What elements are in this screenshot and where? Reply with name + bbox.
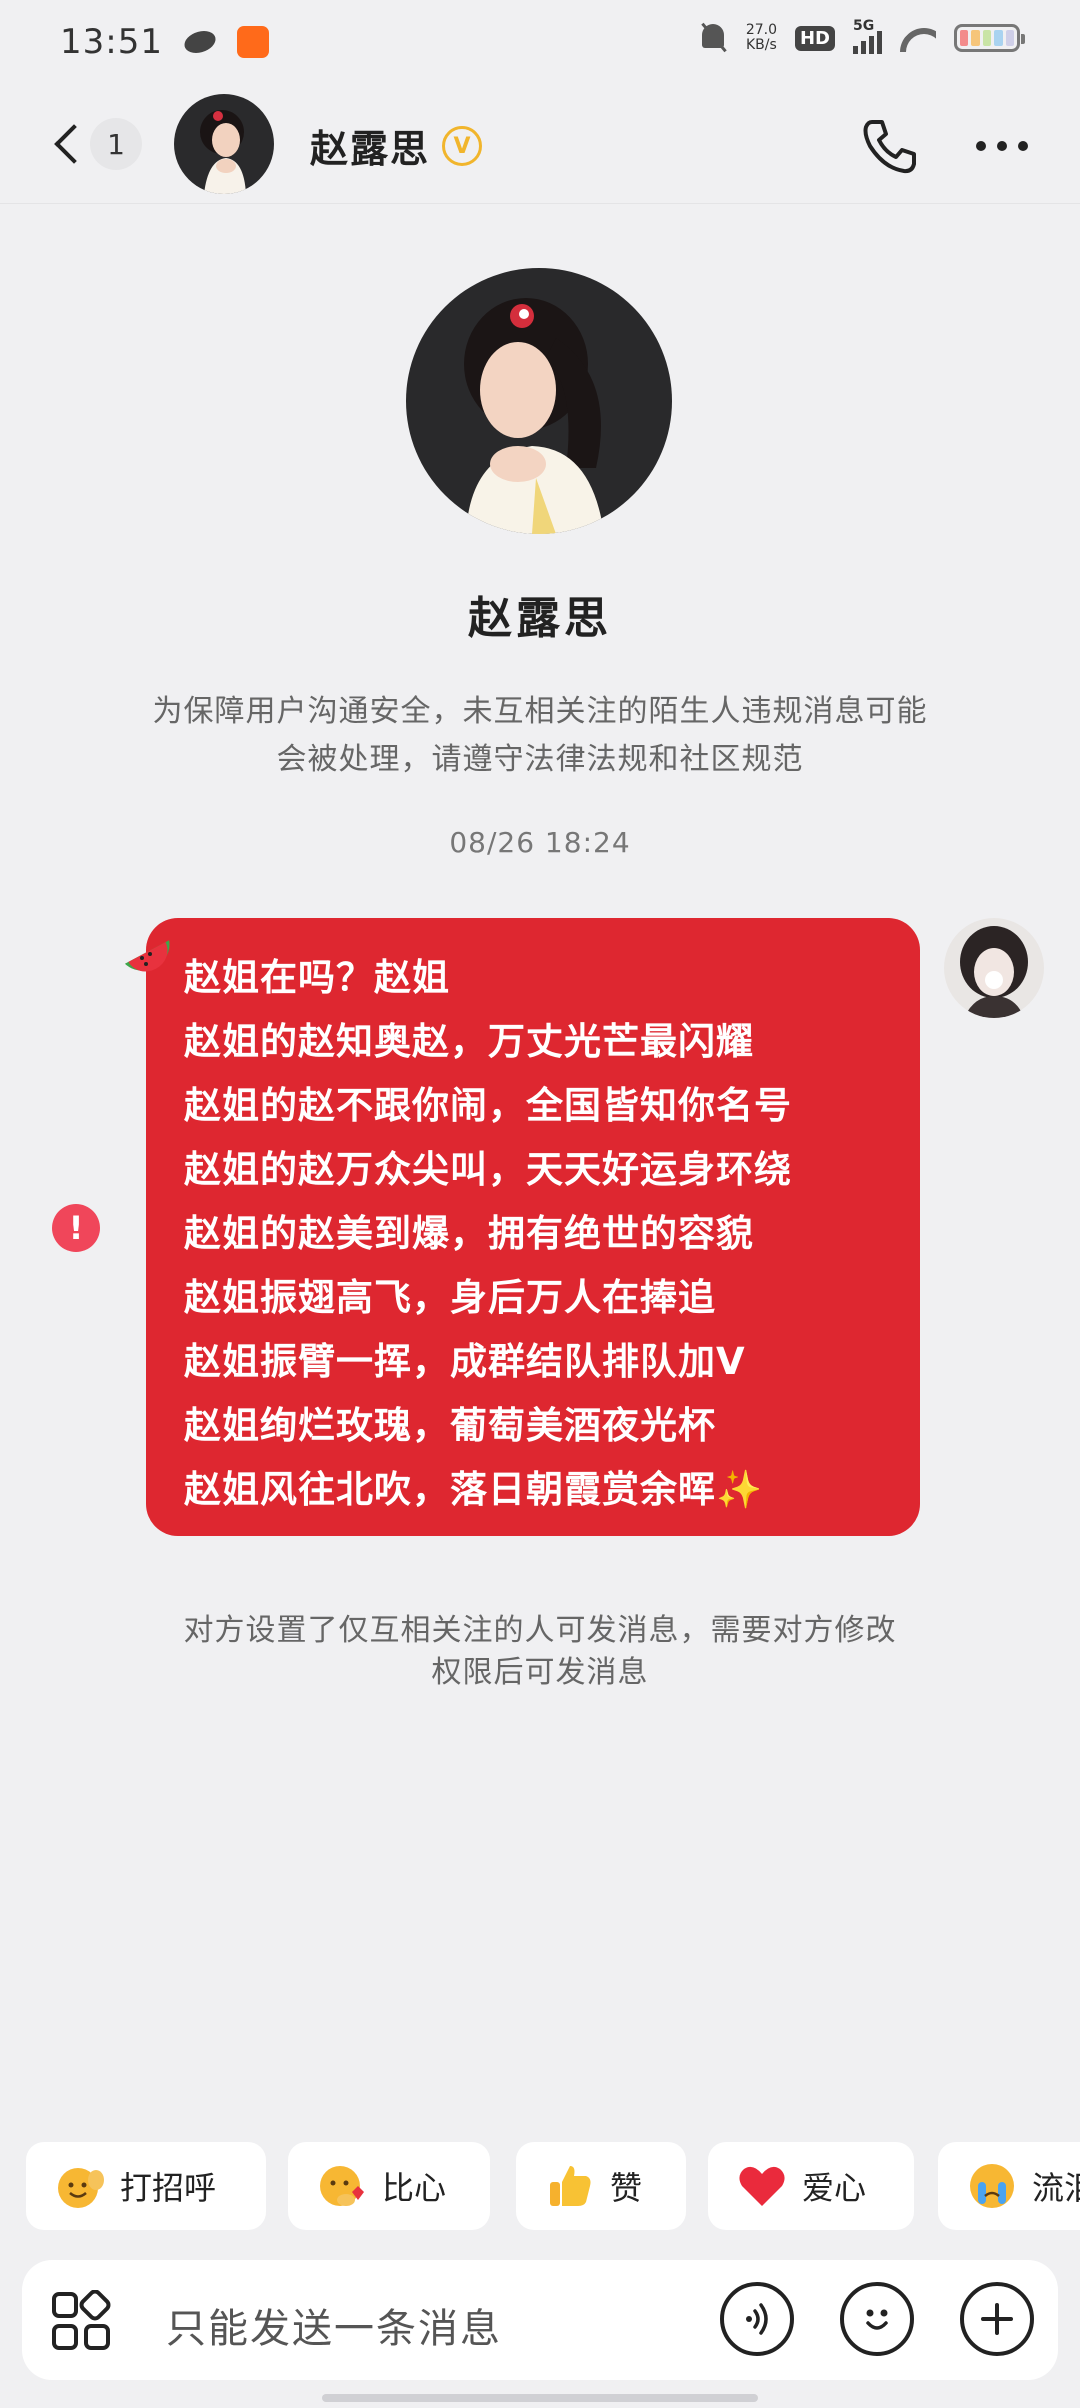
status-time: 13:51 <box>60 22 163 62</box>
apps-grid-icon[interactable] <box>50 2289 112 2352</box>
message-line: 赵姐的赵万众尖叫，天天好运身环绕 <box>184 1148 792 1191</box>
notification-app-icon <box>180 31 219 53</box>
quick-reply-label: 比心 <box>382 2169 447 2207</box>
message-line: 赵姐的赵美到爆，拥有绝世的容貌 <box>184 1212 754 1255</box>
smiley-icon <box>866 2309 888 2330</box>
battery-icon <box>954 24 1025 52</box>
message-line: 赵姐振臂一挥，成群结队排队加V <box>184 1340 746 1383</box>
voice-input-button[interactable] <box>720 2282 794 2356</box>
voice-wave-icon <box>746 2303 768 2335</box>
add-more-button[interactable] <box>960 2282 1034 2356</box>
mute-bell-icon <box>698 22 728 54</box>
kuaishou-app-icon <box>236 26 269 58</box>
wave-emoji-icon <box>54 2160 106 2212</box>
emoji-button[interactable] <box>840 2282 914 2356</box>
message-line: 赵姐的赵不跟你闹，全国皆知你名号 <box>184 1084 792 1127</box>
message-line: 赵姐的赵知奥赵，万丈光芒最闪耀 <box>184 1020 754 1063</box>
unread-count-badge[interactable]: 1 <box>90 118 142 170</box>
quick-reply-chip[interactable]: 比心 <box>288 2142 490 2230</box>
quick-reply-label: 爱心 <box>802 2169 867 2207</box>
signal-icon: 5G <box>853 18 882 54</box>
speed-value: 27.0 <box>745 22 777 38</box>
network-type: 5G <box>853 18 875 34</box>
back-button[interactable] <box>48 120 88 170</box>
my-avatar[interactable] <box>944 918 1044 1018</box>
quick-reply-bar: 打招呼 比心 赞 爱心 流泪 <box>26 2142 1080 2230</box>
quick-reply-chip[interactable]: 打招呼 <box>26 2142 266 2230</box>
hd-badge: HD <box>794 25 835 51</box>
wifi-icon <box>900 24 936 52</box>
contact-avatar[interactable] <box>174 94 274 194</box>
watermelon-decoration-icon <box>118 918 176 976</box>
send-failed-icon[interactable]: ! <box>52 1204 100 1252</box>
quick-reply-label: 赞 <box>610 2169 643 2207</box>
quick-reply-label: 流泪 <box>1032 2169 1080 2207</box>
message-line: 赵姐风往北吹，落日朝霞赏余晖✨ <box>184 1468 764 1511</box>
message-bubble[interactable]: 赵姐在吗？赵姐 赵姐的赵知奥赵，万丈光芒最闪耀 赵姐的赵不跟你闹，全国皆知你名号… <box>146 918 920 1536</box>
quick-reply-chip[interactable]: 爱心 <box>708 2142 914 2230</box>
safety-notice: 为保障用户沟通安全，未互相关注的陌生人违规消息可能会被处理，请遵守法律法规和社区… <box>152 694 928 777</box>
finger-heart-emoji-icon <box>316 2160 368 2212</box>
home-indicator[interactable] <box>322 2394 758 2402</box>
more-options-icon[interactable] <box>970 124 1034 168</box>
message-input-bar: 只能发送一条消息 <box>22 2260 1058 2380</box>
thumbs-up-emoji-icon <box>544 2160 596 2212</box>
status-bar: 13:51 27.0 KB/s HD 5G <box>0 0 1080 84</box>
phone-call-icon[interactable] <box>858 114 922 178</box>
message-input[interactable]: 只能发送一条消息 <box>166 2296 502 2354</box>
quick-reply-chip[interactable]: 流泪 <box>938 2142 1080 2230</box>
heart-emoji-icon <box>736 2160 788 2212</box>
quick-reply-label: 打招呼 <box>120 2169 217 2207</box>
profile-avatar[interactable] <box>406 268 672 534</box>
contact-name: 赵露思 <box>310 127 431 171</box>
speed-unit: KB/s <box>746 37 777 53</box>
network-speed: 27.0 KB/s <box>746 23 777 53</box>
profile-name: 赵露思 <box>468 593 612 644</box>
message-line: 赵姐振翅高飞，身后万人在捧追 <box>184 1276 716 1319</box>
permission-notice: 对方设置了仅互相关注的人可发消息，需要对方修改权限后可发消息 <box>183 1613 897 1690</box>
message-line: 赵姐在吗？赵姐 <box>184 956 450 999</box>
verified-badge-icon: V <box>442 126 482 166</box>
crying-emoji-icon <box>966 2160 1018 2212</box>
plus-icon <box>981 2303 1013 2335</box>
chat-header: 1 赵露思 V <box>0 84 1080 204</box>
message-timestamp: 08/26 18:24 <box>449 826 631 859</box>
quick-reply-chip[interactable]: 赞 <box>516 2142 686 2230</box>
message-line: 赵姐绚烂玫瑰，葡萄美酒夜光杯 <box>184 1404 716 1447</box>
